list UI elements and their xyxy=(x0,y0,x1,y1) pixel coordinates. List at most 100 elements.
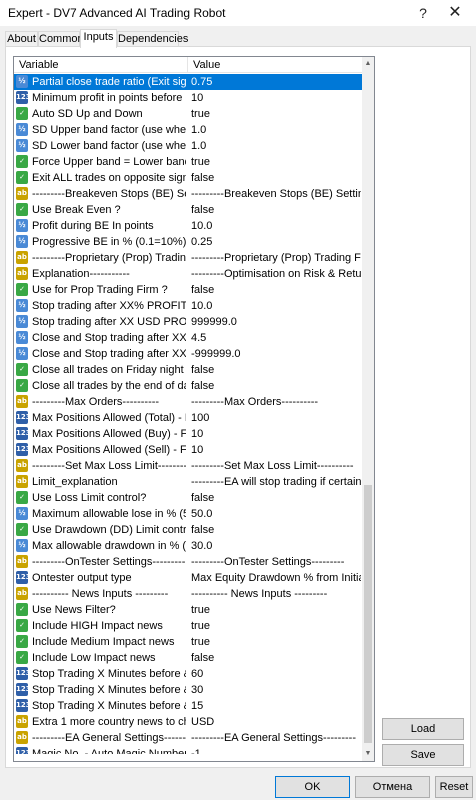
variable-value[interactable]: ---------EA will stop trading if certain… xyxy=(191,474,361,490)
table-row[interactable]: 123Stop Trading X Minutes before & after… xyxy=(14,666,362,682)
table-row[interactable]: ½ Max allowable drawdown in % (30=30%) 30.… xyxy=(14,538,362,554)
table-row[interactable]: ✓ Use Drawdown (DD) Limit control? false xyxy=(14,522,362,538)
ok-button[interactable]: OK xyxy=(275,776,350,798)
table-row[interactable]: ab ---------EA General Settings--------- -… xyxy=(14,730,362,746)
table-row[interactable]: ✓ Exit ALL trades on opposite signal (Ign… xyxy=(14,170,362,186)
table-row[interactable]: ✓ Close all trades on Friday night (after… xyxy=(14,362,362,378)
table-row[interactable]: ab ---------- News Inputs --------- ------… xyxy=(14,586,362,602)
help-icon[interactable]: ? xyxy=(414,4,432,22)
variable-value[interactable]: Max Equity Drawdown % from Initial Balan… xyxy=(191,570,361,586)
table-row[interactable]: ½ Maximum allowable lose in % (50=50%) 50.… xyxy=(14,506,362,522)
variable-value[interactable]: false xyxy=(191,282,361,298)
variable-value[interactable]: false xyxy=(191,362,361,378)
table-row[interactable]: ✓ Include Low Impact news false xyxy=(14,650,362,666)
table-row[interactable]: ab Extra 1 more country news to check USD xyxy=(14,714,362,730)
variable-value[interactable]: 60 xyxy=(191,666,361,682)
table-row[interactable]: ✓ Use News Filter? true xyxy=(14,602,362,618)
cancel-button[interactable]: Отмена xyxy=(355,776,430,798)
variable-value[interactable]: 30.0 xyxy=(191,538,361,554)
table-row[interactable]: ✓ Use Break Even ? false xyxy=(14,202,362,218)
table-row[interactable]: 123Minimum profit in points before close… xyxy=(14,90,362,106)
variable-value[interactable]: 1.0 xyxy=(191,122,361,138)
table-row[interactable]: ab ---------Set Max Loss Limit---------- -… xyxy=(14,458,362,474)
table-row[interactable]: ✓ Include HIGH Impact news true xyxy=(14,618,362,634)
table-row[interactable]: ½ Partial close trade ratio (Exit signal … xyxy=(14,74,362,90)
variable-value[interactable]: 0.75 xyxy=(191,74,361,90)
table-row[interactable]: 123Max Positions Allowed (Buy) - For Buy… xyxy=(14,426,362,442)
variable-value[interactable]: ---------- News Inputs --------- xyxy=(191,586,361,602)
table-row[interactable]: ½ Stop trading after XX USD PROFIT per...… xyxy=(14,314,362,330)
variable-value[interactable]: ---------EA General Settings--------- xyxy=(191,730,361,746)
table-row[interactable]: ab Limit_explanation ---------EA will stop… xyxy=(14,474,362,490)
variable-value[interactable]: false xyxy=(191,378,361,394)
inputs-grid[interactable]: Variable Value ½ Partial close trade rati… xyxy=(13,56,375,762)
variable-value[interactable]: false xyxy=(191,522,361,538)
table-row[interactable]: 123Stop Trading X Minutes before & after… xyxy=(14,698,362,714)
tab-inputs[interactable]: Inputs xyxy=(80,29,117,48)
variable-value[interactable]: 10.0 xyxy=(191,218,361,234)
load-button[interactable]: Load xyxy=(382,718,464,740)
variable-value[interactable]: ---------Breakeven Stops (BE) Settings--… xyxy=(191,186,361,202)
variable-value[interactable]: 10 xyxy=(191,90,361,106)
table-row[interactable]: 123 Ontester output type Max Equity Drawdo… xyxy=(14,570,362,586)
scrollbar-thumb[interactable] xyxy=(364,485,372,743)
tab-about[interactable]: About xyxy=(5,31,38,47)
table-row[interactable]: ½ Close and Stop trading after XX USD L..… xyxy=(14,346,362,362)
tab-common[interactable]: Common xyxy=(38,31,84,47)
table-row[interactable]: ✓ Include Medium Impact news true xyxy=(14,634,362,650)
table-row[interactable]: ab ---------Breakeven Stops (BE) Settings… xyxy=(14,186,362,202)
variable-value[interactable]: ---------Proprietary (Prop) Trading Firm… xyxy=(191,250,361,266)
variable-value[interactable]: -999999.0 xyxy=(191,346,361,362)
variable-value[interactable]: 10 xyxy=(191,426,361,442)
variable-value[interactable]: 4.5 xyxy=(191,330,361,346)
variable-value[interactable]: USD xyxy=(191,714,361,730)
variable-value[interactable]: 50.0 xyxy=(191,506,361,522)
table-row[interactable]: ab Explanation----------- ---------Optimis… xyxy=(14,266,362,282)
table-row[interactable]: ab ---------Proprietary (Prop) Trading Fi… xyxy=(14,250,362,266)
variable-value[interactable]: 0.25 xyxy=(191,234,361,250)
table-row[interactable]: ½ SD Upper band factor (use when Auto... 1… xyxy=(14,122,362,138)
tab-dependencies[interactable]: Dependencies xyxy=(117,31,188,47)
vertical-scrollbar[interactable]: ▲ ▼ xyxy=(362,57,374,761)
variable-value[interactable]: ---------Optimisation on Risk & Return i… xyxy=(191,266,361,282)
variable-value[interactable]: ---------OnTester Settings--------- xyxy=(191,554,361,570)
table-row[interactable]: ab ---------OnTester Settings--------- ---… xyxy=(14,554,362,570)
column-header-variable[interactable]: Variable xyxy=(14,57,188,73)
variable-value[interactable]: 10 xyxy=(191,442,361,458)
table-row[interactable]: 123Stop Trading X Minutes before & after… xyxy=(14,682,362,698)
table-row[interactable]: ✓ Force Upper band = Lower band (Ease... t… xyxy=(14,154,362,170)
reset-button[interactable]: Reset xyxy=(435,776,473,798)
column-header-value[interactable]: Value xyxy=(190,57,220,73)
table-row[interactable]: ✓ Use Loss Limit control? false xyxy=(14,490,362,506)
variable-value[interactable]: 999999.0 xyxy=(191,314,361,330)
variable-value[interactable]: ---------Set Max Loss Limit---------- xyxy=(191,458,361,474)
variable-value[interactable]: 10.0 xyxy=(191,298,361,314)
variable-value[interactable]: true xyxy=(191,154,361,170)
variable-value[interactable]: true xyxy=(191,634,361,650)
table-row[interactable]: ½ Progressive BE in % (0.1=10%) - % Min .… xyxy=(14,234,362,250)
variable-value[interactable]: false xyxy=(191,170,361,186)
table-row[interactable]: ½ SD Lower band factor (use when Auto... 1… xyxy=(14,138,362,154)
variable-value[interactable]: false xyxy=(191,490,361,506)
table-row[interactable]: ✓ Close all trades by the end of day (aft… xyxy=(14,378,362,394)
variable-value[interactable]: true xyxy=(191,618,361,634)
variable-value[interactable]: 15 xyxy=(191,698,361,714)
variable-value[interactable]: 100 xyxy=(191,410,361,426)
close-icon[interactable]: ✕ xyxy=(446,4,464,22)
variable-value[interactable]: false xyxy=(191,202,361,218)
variable-value[interactable]: ---------Max Orders---------- xyxy=(191,394,361,410)
table-row[interactable]: ✓ Use for Prop Trading Firm ? false xyxy=(14,282,362,298)
table-row[interactable]: ✓ Auto SD Up and Down true xyxy=(14,106,362,122)
table-row[interactable]: 123Max Positions Allowed (Sell) - For Se… xyxy=(14,442,362,458)
table-row[interactable]: ½ Stop trading after XX% PROFIT per da...… xyxy=(14,298,362,314)
variable-value[interactable]: true xyxy=(191,602,361,618)
table-row[interactable]: 123Max Positions Allowed (Total) - For B… xyxy=(14,410,362,426)
table-row[interactable]: ab ---------Max Orders---------- ---------… xyxy=(14,394,362,410)
table-row[interactable]: ½ Close and Stop trading after XX% LOS...… xyxy=(14,330,362,346)
variable-value[interactable]: true xyxy=(191,106,361,122)
scroll-up-icon[interactable]: ▲ xyxy=(362,57,374,71)
variable-value[interactable]: 1.0 xyxy=(191,138,361,154)
scroll-down-icon[interactable]: ▼ xyxy=(362,747,374,761)
save-button[interactable]: Save xyxy=(382,744,464,766)
variable-value[interactable]: false xyxy=(191,650,361,666)
